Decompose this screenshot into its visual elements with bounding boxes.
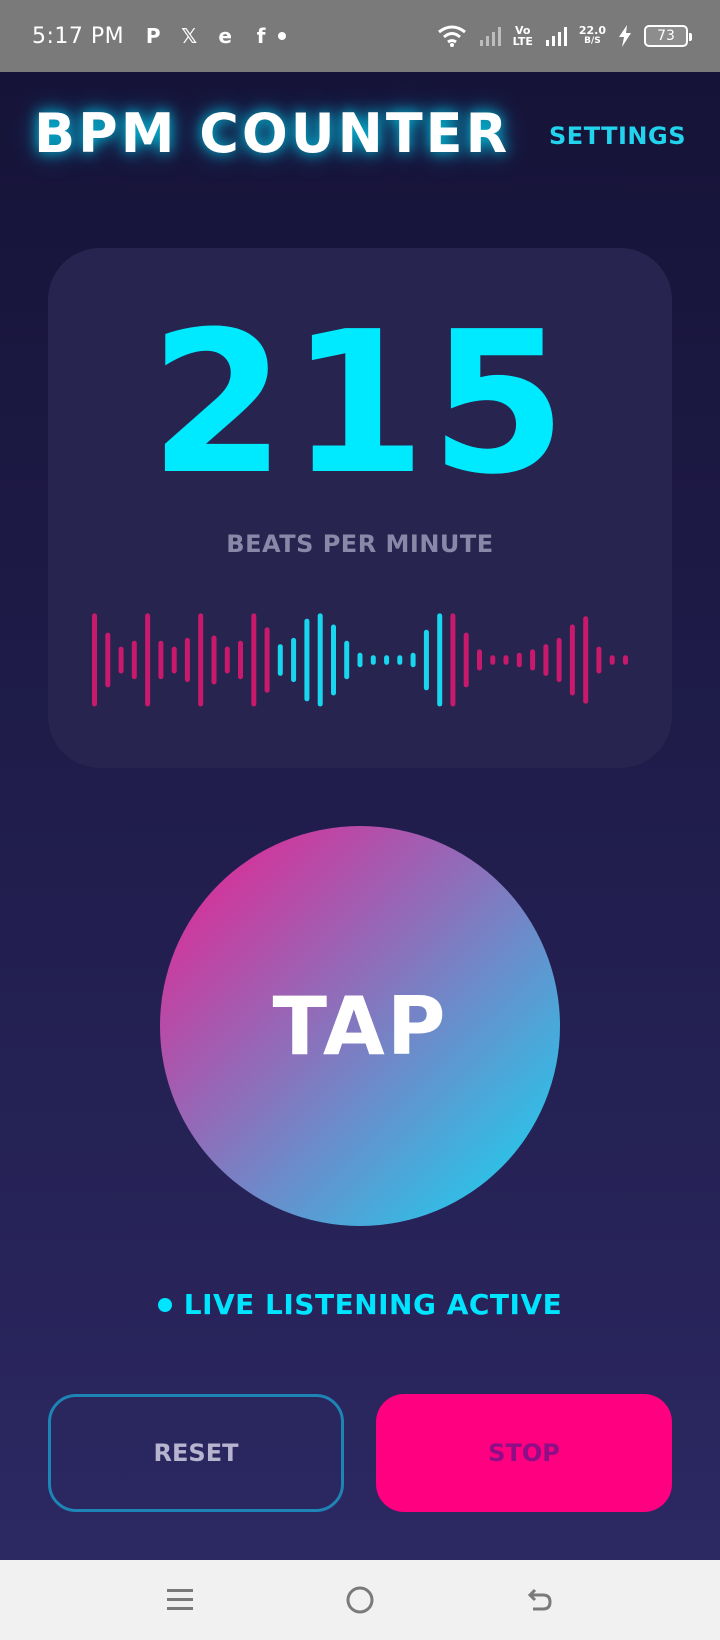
x-icon: 𝕏 <box>181 24 198 48</box>
waveform-bar <box>556 637 562 683</box>
waveform-bar <box>145 613 151 707</box>
volte-indicator: Vo LTE <box>512 24 533 48</box>
bpm-caption: BEATS PER MINUTE <box>226 530 494 558</box>
signal-icon <box>545 27 567 46</box>
waveform-bar <box>131 640 137 680</box>
waveform-bar <box>490 655 496 665</box>
waveform-bar <box>423 629 429 691</box>
waveform-bar <box>158 640 164 680</box>
waveform-bar <box>437 613 443 707</box>
signal-weak-icon <box>479 27 501 46</box>
waveform-bar <box>623 655 628 665</box>
waveform-bar <box>450 613 456 707</box>
status-time: 5:17 PM <box>32 23 125 49</box>
waveform-visualizer <box>92 613 628 707</box>
waveform-bar <box>238 640 243 680</box>
waveform-bar <box>397 655 403 665</box>
waveform-bar <box>304 618 310 702</box>
edge-icon: e <box>218 24 232 48</box>
waveform-bar <box>105 632 111 688</box>
back-icon[interactable] <box>510 1570 570 1630</box>
home-icon[interactable] <box>330 1570 390 1630</box>
waveform-bar <box>184 637 190 683</box>
waveform-bar <box>543 644 549 676</box>
waveform-bar <box>291 637 297 683</box>
waveform-bar <box>516 652 522 668</box>
facebook-icon: f <box>256 24 266 48</box>
waveform-bar <box>503 655 509 665</box>
waveform-bar <box>92 613 97 707</box>
status-bar: 5:17 PM P 𝕏 e f Vo LTE 22.0 B/S 73 <box>0 0 720 72</box>
waveform-bar <box>463 632 469 688</box>
waveform-bar <box>596 646 602 674</box>
waveform-bar <box>331 624 336 696</box>
app-title: BPM COUNTER <box>34 102 511 165</box>
waveform-bar <box>357 652 363 668</box>
settings-button[interactable]: SETTINGS <box>549 122 686 150</box>
waveform-bar <box>384 655 390 665</box>
tap-button[interactable]: TAP <box>160 826 560 1226</box>
battery-level: 73 <box>657 28 675 44</box>
waveform-bar <box>224 646 230 674</box>
waveform-bar <box>569 624 575 696</box>
charging-icon <box>619 25 631 47</box>
notification-dot-icon <box>278 32 287 40</box>
waveform-bar <box>211 635 217 685</box>
waveform-bar <box>198 613 204 707</box>
live-status-label: LIVE LISTENING ACTIVE <box>183 1288 563 1321</box>
live-status: LIVE LISTENING ACTIVE <box>0 1288 720 1321</box>
header: BPM COUNTER SETTINGS <box>0 72 720 202</box>
battery-icon: 73 <box>644 25 692 47</box>
system-nav-bar <box>0 1560 720 1640</box>
waveform-bar <box>317 613 323 707</box>
waveform-bar <box>583 616 589 704</box>
waveform-bar <box>171 646 177 674</box>
menu-icon[interactable] <box>150 1570 210 1630</box>
waveform-bar <box>477 649 482 671</box>
waveform-bar <box>609 655 615 665</box>
bpm-card: 215 BEATS PER MINUTE <box>48 248 672 768</box>
wifi-icon <box>437 25 466 47</box>
bpm-value: 215 <box>149 290 571 518</box>
stop-button[interactable]: STOP <box>376 1394 672 1512</box>
waveform-bar <box>277 644 283 676</box>
paytm-icon: P <box>145 24 161 48</box>
app-screen: BPM COUNTER SETTINGS 215 BEATS PER MINUT… <box>0 72 720 1560</box>
waveform-bar <box>530 649 536 671</box>
status-right: Vo LTE 22.0 B/S 73 <box>437 24 692 48</box>
live-dot-icon <box>157 1297 172 1312</box>
waveform-bar <box>410 652 416 668</box>
notification-icons: P 𝕏 e f <box>142 24 272 48</box>
waveform-bar <box>264 627 270 693</box>
reset-button[interactable]: RESET <box>48 1394 344 1512</box>
waveform-bar <box>118 646 124 674</box>
network-speed: 22.0 B/S <box>578 24 606 46</box>
waveform-bar <box>251 613 257 707</box>
tap-label: TAP <box>272 979 448 1073</box>
waveform-bar <box>370 655 376 665</box>
waveform-bar <box>344 640 350 680</box>
